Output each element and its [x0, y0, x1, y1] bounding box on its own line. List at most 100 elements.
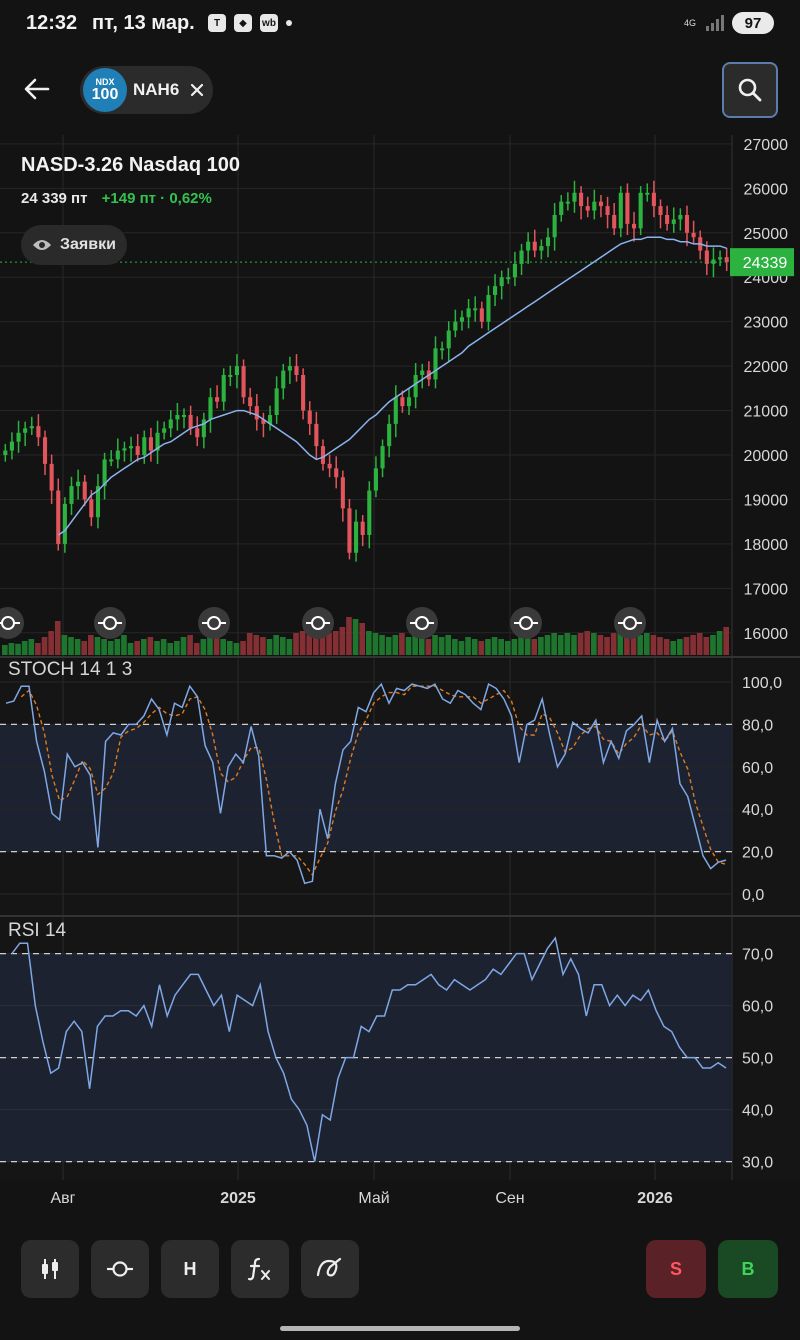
volume-bar: [445, 635, 452, 655]
candle-body: [387, 423, 392, 447]
volume-bar: [683, 637, 690, 655]
candle-body: [175, 415, 180, 420]
candle-body: [618, 192, 623, 229]
volume-bar: [140, 639, 147, 655]
volume-bar: [438, 637, 445, 655]
candle-body: [671, 219, 676, 224]
volume-bar: [306, 635, 313, 655]
candle-body: [678, 215, 683, 220]
volume-bar: [28, 639, 35, 655]
candles-icon: [42, 1259, 58, 1279]
h-button[interactable]: H: [161, 1240, 219, 1298]
search-button[interactable]: [722, 62, 778, 118]
volume-bar: [643, 633, 650, 655]
candle-body: [466, 308, 471, 318]
rsi-tick-label: 60,0: [742, 999, 773, 1016]
candle-body: [42, 437, 48, 464]
candle-body: [479, 308, 484, 322]
candle-body: [499, 277, 504, 287]
volume-bar: [531, 639, 538, 655]
buy-button[interactable]: B: [718, 1240, 778, 1298]
volume-bar: [584, 631, 591, 655]
indicators-fx-button[interactable]: [231, 1240, 289, 1298]
close-chip-button[interactable]: [189, 82, 205, 98]
volume-bar: [723, 627, 729, 655]
candle-body: [354, 521, 359, 553]
rsi-tick-label: 30,0: [742, 1155, 773, 1172]
volume-bar: [511, 639, 518, 655]
volume-bar: [478, 641, 485, 655]
candle-body: [545, 237, 551, 247]
candle-body: [307, 410, 312, 424]
volume-bar: [107, 641, 114, 655]
candle-body: [459, 317, 465, 322]
price-line: 24 339 пт +149 пт · 0,62%: [21, 190, 212, 207]
candle-body: [512, 263, 517, 278]
system-icons: 4G 97: [684, 12, 774, 34]
volume-bar: [260, 637, 266, 655]
candle-body: [301, 375, 306, 411]
volume-bar: [286, 639, 293, 655]
volume-bar: [346, 617, 352, 655]
volume-bar: [21, 641, 28, 655]
volume-bar: [571, 635, 577, 655]
stoch-label[interactable]: STOCH 14 1 3: [8, 659, 132, 681]
arrow-left-icon: [24, 78, 50, 100]
volume-bar: [326, 633, 332, 655]
home-indicator[interactable]: [280, 1326, 520, 1331]
volume-bar: [121, 635, 127, 655]
volume-bar: [504, 641, 511, 655]
candle-body: [585, 206, 590, 211]
candle-body: [62, 503, 67, 544]
volume-bar: [557, 635, 564, 655]
volume-bar: [716, 631, 723, 655]
event-marker: [406, 607, 438, 639]
candle-body: [539, 246, 544, 251]
volume-bar: [2, 645, 8, 655]
volume-bar: [670, 641, 677, 655]
volume-bar: [372, 633, 379, 655]
volume-bar: [220, 639, 227, 655]
battery-icon: 97: [732, 12, 774, 34]
candle-body: [598, 201, 603, 207]
volume-bar: [94, 637, 101, 655]
rsi-label[interactable]: RSI 14: [8, 920, 66, 942]
price-tick-label: 18000: [744, 537, 789, 554]
candle-body: [129, 446, 134, 449]
orders-label: Заявки: [60, 236, 116, 253]
volume-bar: [485, 639, 491, 655]
candle-body: [248, 397, 253, 407]
close-icon: [191, 83, 204, 97]
orders-button[interactable]: Заявки: [21, 225, 127, 265]
candle-body: [446, 330, 451, 349]
drawing-tools-button[interactable]: [301, 1240, 359, 1298]
fx-icon: [247, 1257, 270, 1281]
event-marker: [0, 607, 24, 639]
indicator-button[interactable]: [91, 1240, 149, 1298]
volume-bar: [253, 635, 260, 655]
volume-bar: [293, 633, 299, 655]
x-axis-label: 2025: [220, 1190, 256, 1207]
rsi-tick-label: 40,0: [742, 1103, 773, 1120]
candle-body: [665, 215, 670, 224]
volume-bar: [81, 641, 88, 655]
volume-bar: [538, 637, 544, 655]
candle-body: [16, 432, 21, 442]
back-button[interactable]: [18, 70, 56, 108]
volume-bar: [174, 641, 180, 655]
candle-body: [241, 366, 246, 398]
sell-button[interactable]: S: [646, 1240, 706, 1298]
volume-bar: [703, 637, 710, 655]
volume-bar: [465, 637, 471, 655]
candle-body: [56, 490, 61, 544]
chart-type-button[interactable]: [21, 1240, 79, 1298]
volume-bar: [101, 639, 107, 655]
candle-body: [406, 397, 412, 407]
status-date: пт, 13 мар.: [92, 12, 195, 34]
volume-bar: [193, 643, 200, 655]
volume-bar: [88, 635, 94, 655]
candle-body: [9, 441, 14, 451]
eye-icon: [33, 240, 51, 250]
candle-body: [440, 348, 445, 351]
instrument-chip[interactable]: NDX 100 NAH6: [80, 66, 213, 114]
